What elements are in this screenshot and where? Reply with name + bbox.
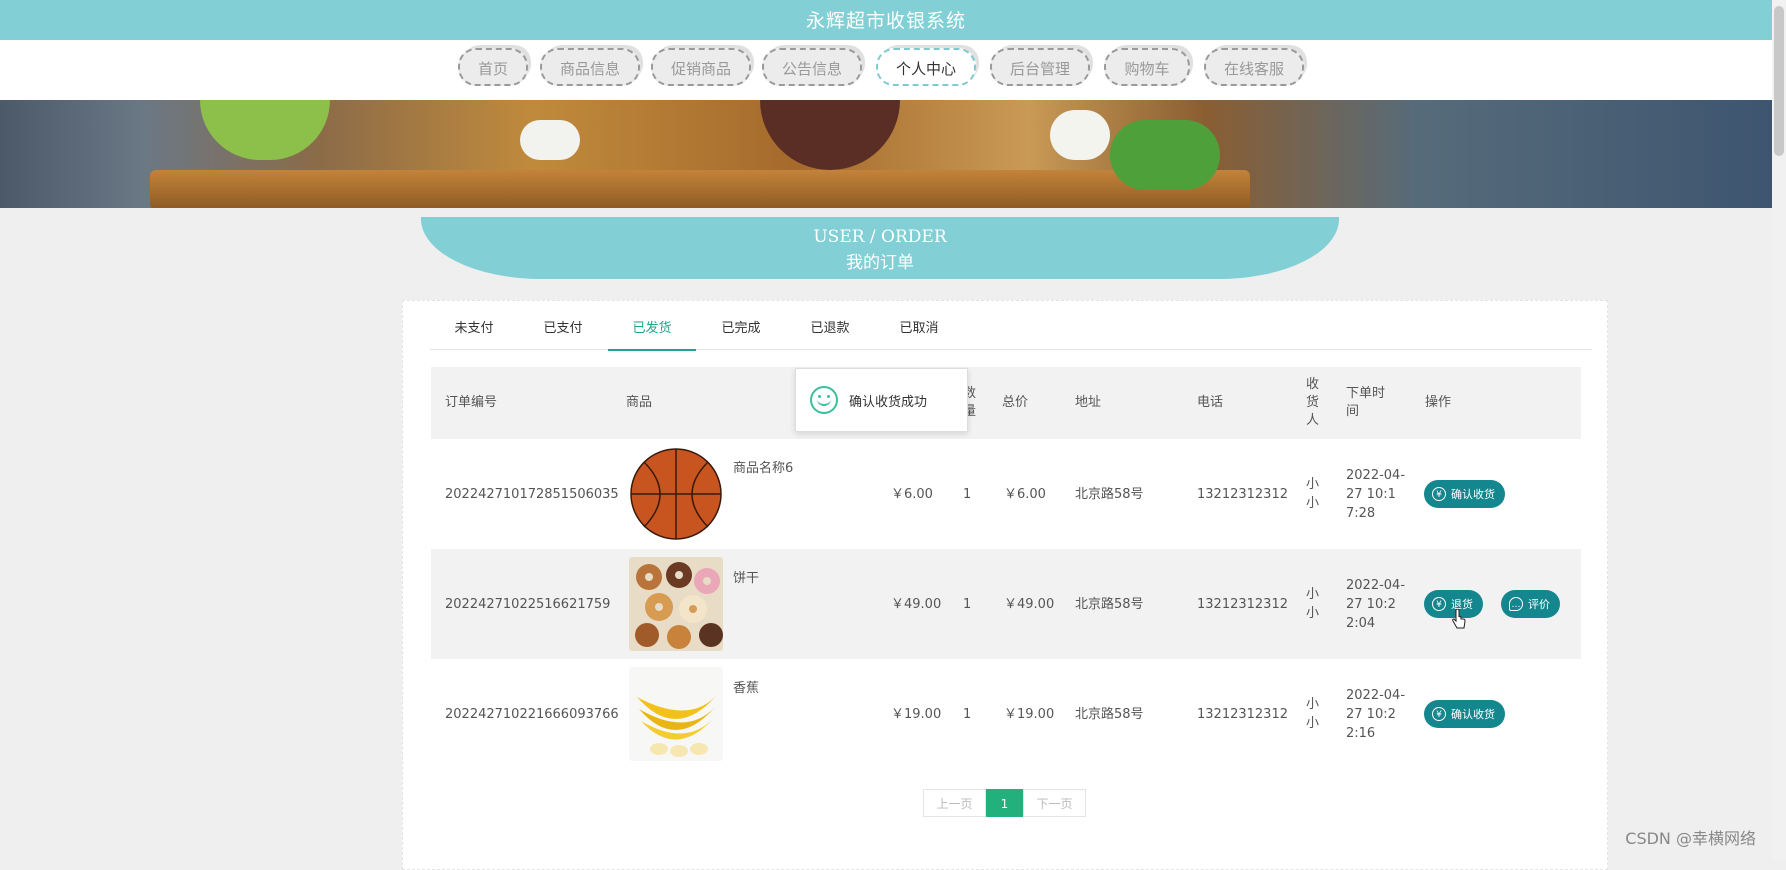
hand-cursor-icon [1452, 609, 1466, 629]
nav-personal-center[interactable]: 个人中心 [876, 48, 976, 86]
success-toast: 确认收货成功 [795, 368, 968, 432]
page-1-button[interactable]: 1 [986, 789, 1023, 817]
tab-paid[interactable]: 已支付 [519, 311, 607, 349]
quantity: 1 [963, 706, 972, 722]
table-row: 20224271017285150​6035 商品名称6 ￥6.00 1 ￥6.… [431, 439, 1581, 549]
address: 北京路58号 [1075, 596, 1144, 612]
pagination: 上一页 1 下一页 [923, 789, 1086, 817]
review-button[interactable]: … 评价 [1501, 590, 1560, 618]
nav-cart[interactable]: 购物车 [1104, 48, 1190, 86]
order-status-tabs: 未支付 已支付 已发货 已完成 已退款 已取消 [430, 311, 1592, 351]
app-title: 永辉超市收银系统 [805, 10, 966, 32]
confirm-receipt-button[interactable]: ¥ 确认收货 [1424, 480, 1505, 508]
table-row: 20224271022166609376​6 香蕉 ￥19.00 1 ￥19.0… [431, 659, 1581, 769]
order-time: 2022-04-27 10:17:28 [1346, 467, 1406, 521]
button-label: 评价 [1528, 598, 1550, 611]
yen-icon: ¥ [1432, 487, 1446, 501]
quantity: 1 [963, 486, 972, 502]
next-page-button[interactable]: 下一页 [1023, 789, 1086, 817]
order-no: 20224271017285150​6035 [445, 486, 619, 502]
unit-price: ￥49.00 [891, 596, 942, 612]
address: 北京路58号 [1075, 706, 1144, 722]
order-time: 2022-04-27 10:22:04 [1346, 577, 1406, 631]
product-image-donuts[interactable] [629, 557, 723, 651]
nav-products[interactable]: 商品信息 [540, 48, 640, 86]
scrollbar[interactable] [1772, 0, 1786, 859]
phone: 13212312312 [1197, 596, 1288, 612]
tab-shipped[interactable]: 已发货 [608, 311, 696, 351]
toast-message: 确认收货成功 [849, 395, 928, 410]
top-header: 永辉超市收银系统 [0, 0, 1772, 40]
product-image-basketball[interactable] [629, 447, 723, 541]
unit-price: ￥19.00 [891, 706, 942, 722]
phone: 13212312312 [1197, 706, 1288, 722]
nav-promotions[interactable]: 促销商品 [651, 48, 751, 86]
unit-price: ￥6.00 [891, 486, 933, 502]
tab-refunded[interactable]: 已退款 [786, 311, 874, 349]
orders-panel: 未支付 已支付 已发货 已完成 已退款 已取消 订单编号 商品 数量 总价 地址… [402, 300, 1608, 870]
col-action: 操作 [1425, 395, 1452, 410]
button-label: 确认收货 [1451, 488, 1495, 501]
section-header: USER / ORDER 我的订单 [421, 217, 1339, 279]
order-time: 2022-04-27 10:22:16 [1346, 687, 1406, 741]
order-no: 20224271022166609376​6 [445, 706, 619, 722]
nav-home[interactable]: 首页 [458, 48, 528, 86]
table-header: 订单编号 商品 数量 总价 地址 电话 收货人 下单时间 操作 [431, 367, 1581, 439]
total-price: ￥6.00 [1004, 486, 1046, 502]
col-receiver: 收货人 [1306, 377, 1320, 428]
banner-image [0, 100, 1772, 208]
button-label: 确认收货 [1451, 708, 1495, 721]
receiver: 小小 [1306, 587, 1320, 621]
quantity: 1 [963, 596, 972, 612]
confirm-receipt-button[interactable]: ¥ 确认收货 [1424, 700, 1505, 728]
nav-announcements[interactable]: 公告信息 [762, 48, 862, 86]
comment-icon: … [1509, 597, 1523, 611]
product-name: 商品名称6 [733, 461, 794, 476]
col-order-time: 下单时间 [1346, 386, 1386, 419]
main-nav: 首页 商品信息 促销商品 公告信息 个人中心 后台管理 购物车 在线客服 [0, 40, 1772, 100]
table-row: 20224271022516621759 饼干 ￥49.00 1 ￥49.00 … [431, 549, 1581, 659]
watermark: CSDN @幸横网络 [1625, 829, 1756, 848]
col-total: 总价 [1002, 395, 1029, 410]
product-image-bananas[interactable] [629, 667, 723, 761]
col-product: 商品 [626, 395, 653, 410]
col-order-no: 订单编号 [445, 395, 498, 410]
order-no: 20224271022516621759 [445, 596, 611, 612]
total-price: ￥19.00 [1004, 706, 1055, 722]
product-name: 香蕉 [733, 681, 760, 696]
receiver: 小小 [1306, 477, 1320, 511]
total-price: ￥49.00 [1004, 596, 1055, 612]
section-title-en: USER / ORDER [813, 227, 947, 247]
col-address: 地址 [1075, 395, 1102, 410]
yen-icon: ¥ [1432, 707, 1446, 721]
section-title-zh: 我的订单 [846, 253, 914, 273]
col-phone: 电话 [1197, 395, 1224, 410]
receiver: 小小 [1306, 697, 1320, 731]
tab-unpaid[interactable]: 未支付 [430, 311, 518, 349]
address: 北京路58号 [1075, 486, 1144, 502]
product-name: 饼干 [733, 571, 760, 586]
tab-completed[interactable]: 已完成 [697, 311, 785, 349]
yen-icon: ¥ [1432, 597, 1446, 611]
smile-icon [810, 386, 838, 414]
scrollbar-thumb[interactable] [1774, 6, 1784, 156]
tab-cancelled[interactable]: 已取消 [875, 311, 963, 349]
nav-online-service[interactable]: 在线客服 [1204, 48, 1304, 86]
nav-admin[interactable]: 后台管理 [990, 48, 1090, 86]
prev-page-button[interactable]: 上一页 [923, 789, 986, 817]
phone: 13212312312 [1197, 486, 1288, 502]
